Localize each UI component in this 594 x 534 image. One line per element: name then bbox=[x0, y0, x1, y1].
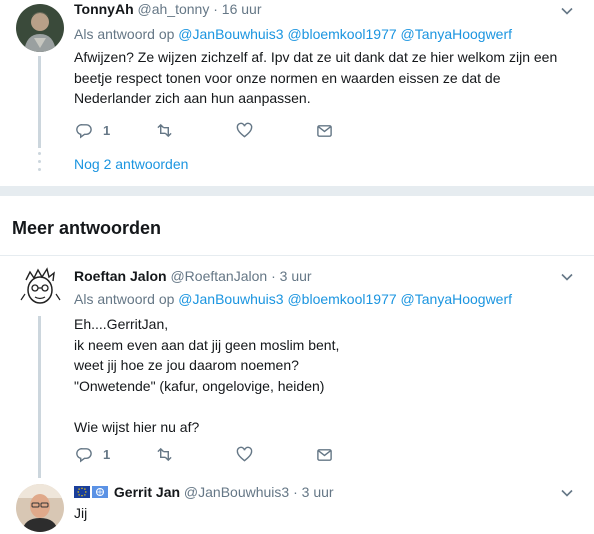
thread-dots bbox=[38, 160, 41, 163]
like-button[interactable] bbox=[236, 120, 253, 140]
reply-context: Als antwoord op @JanBouwhuis3 @bloemkool… bbox=[74, 25, 512, 43]
tweet-text: Eh....GerritJan, ik neem even aan dat ji… bbox=[74, 314, 574, 437]
mention-link[interactable]: @bloemkool1977 bbox=[287, 291, 396, 307]
display-name[interactable]: Gerrit Jan bbox=[114, 484, 180, 500]
tweet-text-line: Nederlander zich aan hun aanpassen. bbox=[74, 90, 311, 106]
like-button[interactable] bbox=[236, 444, 253, 464]
tweet-text: Afwijzen? Ze wijzen zichzelf af. Ipv dat… bbox=[74, 47, 574, 109]
tweet-tonnyah[interactable]: TonnyAh @ah_tonny · 16 uur Als antwoord … bbox=[0, 0, 594, 186]
tweet-text: Jij bbox=[74, 505, 88, 521]
retweet-button[interactable] bbox=[156, 444, 173, 464]
retweet-button[interactable] bbox=[156, 120, 173, 140]
eu-flag-icon bbox=[74, 486, 90, 498]
un-flag-icon bbox=[92, 486, 108, 498]
mention-link[interactable]: @JanBouwhuis3 bbox=[178, 291, 283, 307]
reply-prefix: Als antwoord op bbox=[74, 291, 175, 307]
tweet-text-line bbox=[74, 396, 574, 417]
tweet-actions: 1 bbox=[74, 120, 374, 140]
message-icon bbox=[317, 448, 332, 461]
reply-icon bbox=[76, 123, 92, 139]
chevron-down-icon[interactable] bbox=[560, 4, 574, 18]
tweet-text-line: ik neem even aan dat jij geen moslim ben… bbox=[74, 336, 340, 353]
timestamp[interactable]: 3 uur bbox=[280, 268, 312, 284]
message-icon bbox=[317, 124, 332, 137]
username[interactable]: @RoeftanJalon bbox=[170, 268, 267, 284]
avatar[interactable] bbox=[16, 264, 64, 312]
tweet-text-line: "Onwetende" (kafur, ongelovige, heiden) bbox=[74, 377, 325, 394]
mention-link[interactable]: @bloemkool1977 bbox=[287, 26, 396, 42]
show-more-replies-link[interactable]: Nog 2 antwoorden bbox=[74, 156, 188, 172]
tweet-text-line: Eh....GerritJan, bbox=[74, 316, 169, 332]
like-icon bbox=[236, 446, 253, 462]
reply-button[interactable]: 1 bbox=[76, 120, 110, 140]
thread-dots bbox=[38, 152, 41, 155]
avatar[interactable] bbox=[16, 484, 64, 532]
message-button[interactable] bbox=[316, 444, 333, 464]
separator: · bbox=[271, 268, 276, 284]
tweet-text-line: beetje respect tonen voor onze normen en… bbox=[74, 69, 501, 86]
thread-line bbox=[38, 56, 41, 148]
tweet-roeftan[interactable]: Roeftan Jalon @RoeftanJalon · 3 uur Als … bbox=[0, 256, 594, 478]
like-icon bbox=[236, 122, 253, 138]
mention-link[interactable]: @TanyaHoogwerf bbox=[401, 26, 513, 42]
thread-line bbox=[38, 316, 41, 478]
username[interactable]: @ah_tonny bbox=[138, 1, 210, 17]
reply-prefix: Als antwoord op bbox=[74, 26, 175, 42]
tweet-header: Gerrit Jan @JanBouwhuis3 · 3 uur bbox=[74, 483, 334, 501]
reply-count: 1 bbox=[103, 446, 111, 462]
reply-count: 1 bbox=[103, 122, 111, 138]
chevron-down-icon[interactable] bbox=[560, 486, 574, 500]
section-title: Meer antwoorden bbox=[12, 218, 162, 238]
retweet-icon bbox=[157, 447, 172, 461]
tweet-header: TonnyAh @ah_tonny · 16 uur bbox=[74, 0, 262, 18]
reply-context: Als antwoord op @JanBouwhuis3 @bloemkool… bbox=[74, 290, 512, 308]
separator: · bbox=[293, 484, 298, 500]
tweet-header: Roeftan Jalon @RoeftanJalon · 3 uur bbox=[74, 267, 312, 285]
timestamp[interactable]: 3 uur bbox=[302, 484, 334, 500]
separator: · bbox=[213, 1, 218, 17]
display-name[interactable]: TonnyAh bbox=[74, 1, 134, 17]
thread-dots bbox=[38, 168, 41, 171]
tweet-gerrit-jan[interactable]: Gerrit Jan @JanBouwhuis3 · 3 uur Jij bbox=[0, 474, 594, 534]
username[interactable]: @JanBouwhuis3 bbox=[184, 484, 289, 500]
mention-link[interactable]: @TanyaHoogwerf bbox=[401, 291, 513, 307]
avatar[interactable] bbox=[16, 4, 64, 52]
tweet-text-line: Afwijzen? Ze wijzen zichzelf af. Ipv dat… bbox=[74, 49, 558, 65]
mention-link[interactable]: @JanBouwhuis3 bbox=[178, 26, 283, 42]
chevron-down-icon[interactable] bbox=[560, 270, 574, 284]
tweet-text-line: Wie wijst hier nu af? bbox=[74, 418, 200, 435]
display-name[interactable]: Roeftan Jalon bbox=[74, 268, 167, 284]
retweet-icon bbox=[157, 123, 172, 137]
tweet-text-line: weet jij hoe ze jou daarom noemen? bbox=[74, 357, 299, 373]
tweet-actions: 1 bbox=[74, 444, 374, 464]
reply-button[interactable]: 1 bbox=[76, 444, 110, 464]
section-divider bbox=[0, 186, 594, 196]
message-button[interactable] bbox=[316, 120, 333, 140]
reply-icon bbox=[76, 447, 92, 463]
timestamp[interactable]: 16 uur bbox=[222, 1, 262, 17]
